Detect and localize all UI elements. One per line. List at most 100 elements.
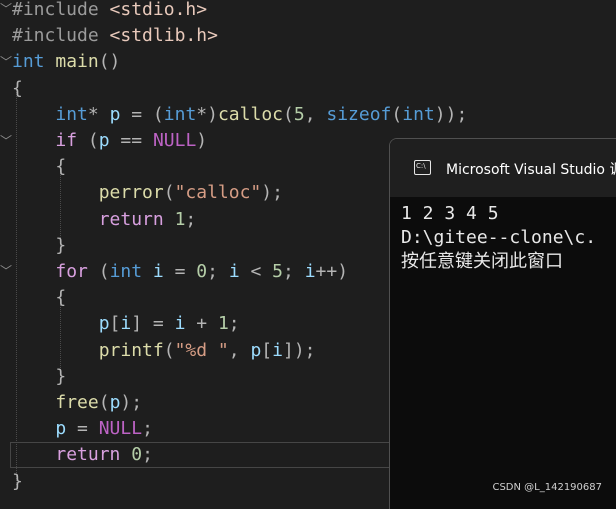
code-token: 1 [217,313,229,335]
code-token: , [228,339,251,361]
code-token: ]); [282,339,316,361]
code-token: ] = [131,313,175,335]
code-token: p [250,339,262,361]
code-line[interactable]: for (int i = 0; i < 5; i++) [12,259,348,285]
code-line[interactable]: perror("calloc"); [12,180,283,206]
code-token: 1 [174,208,186,230]
code-token: ++) [315,261,349,282]
csdn-watermark: CSDN @L_142190687 [492,482,602,493]
code-line[interactable]: free(p); [12,390,142,416]
code-token: } [12,470,23,492]
code-token: ); [120,392,143,413]
code-token: ( [163,339,175,361]
code-token: 0 [196,261,208,282]
code-line[interactable]: printf("%d ", p[i]); [12,338,316,364]
code-token: int [402,103,435,125]
code-token: ( [163,182,175,204]
code-token: int [12,51,45,73]
console-output-line: 按任意键关闭此窗口 [401,251,563,272]
code-token: "%d " [174,339,229,361]
code-token: () [98,51,121,73]
code-token: main [55,51,99,73]
code-token: *) [196,103,218,125]
code-line[interactable]: return 0; [12,442,153,468]
code-token: { [55,156,67,178]
code-token: NULL [98,418,143,440]
fold-collapse-icon[interactable]: ﹀ [0,258,12,284]
code-line[interactable]: int main() [12,49,120,75]
code-token: i [120,313,132,335]
code-line[interactable]: #include <stdlib.h> [12,23,218,49]
code-token: "calloc" [174,182,262,204]
fold-collapse-icon[interactable]: ﹀ [0,49,12,75]
debug-console-window[interactable]: C:\ Microsoft Visual Studio 调试控制台 1 2 3 … [389,138,616,509]
code-token: 5 [293,103,305,125]
console-title: Microsoft Visual Studio 调试控制台 [446,162,616,178]
code-token: int [55,103,88,125]
code-token: p [109,103,121,125]
fold-collapse-icon[interactable]: ﹀ [0,0,12,22]
code-line[interactable]: int* p = (int*)calloc(5, sizeof(int)); [12,102,467,128]
code-token: { [55,287,67,309]
code-token: p [109,392,121,413]
code-line[interactable]: p = NULL; [12,416,153,442]
code-token: NULL [152,130,197,151]
code-token: = [66,418,99,440]
code-token: , [304,103,327,125]
code-token: p [55,418,67,440]
code-token: ( [87,261,110,282]
code-line[interactable]: } [12,364,66,390]
code-token: calloc [217,103,283,125]
code-token: * [87,103,99,125]
code-line[interactable]: p[i] = i + 1; [12,311,240,337]
code-token: <stdlib.h> [109,25,218,47]
console-icon-label: C:\ [416,162,426,170]
code-line[interactable]: } [12,233,66,259]
code-line[interactable]: { [12,154,66,180]
console-titlebar[interactable]: C:\ Microsoft Visual Studio 调试控制台 [390,139,616,197]
code-token: [ [261,339,273,361]
code-line[interactable]: return 1; [12,207,197,233]
code-line[interactable]: { [12,285,66,311]
code-token: printf [98,339,164,361]
code-token: ( [98,392,110,413]
code-token: i [228,261,240,282]
code-token: + [185,313,218,335]
code-token: <stdio.h> [109,0,208,20]
code-token: #include [12,25,99,47]
code-line[interactable]: if (p == NULL) [12,128,207,154]
code-token: = ( [120,103,164,125]
code-token: return [55,444,121,466]
code-token: == [109,130,153,151]
code-token: ); [261,182,283,204]
code-token: ; [142,418,153,440]
fold-collapse-icon[interactable]: ﹀ [0,128,12,154]
code-token: free [55,392,99,413]
code-token: p [98,313,110,335]
code-line[interactable]: #include <stdio.h> [12,0,207,23]
code-token: i [304,261,316,282]
code-token: { [12,77,23,99]
code-token: p [98,130,110,151]
code-token: sizeof [326,103,392,125]
code-token: int [163,103,197,125]
code-line[interactable]: } [12,469,23,495]
code-token: ( [391,103,403,125]
code-token: } [55,234,67,256]
code-line[interactable]: { [12,76,23,102]
code-token: perror [98,182,164,204]
code-token: ( [283,103,294,125]
